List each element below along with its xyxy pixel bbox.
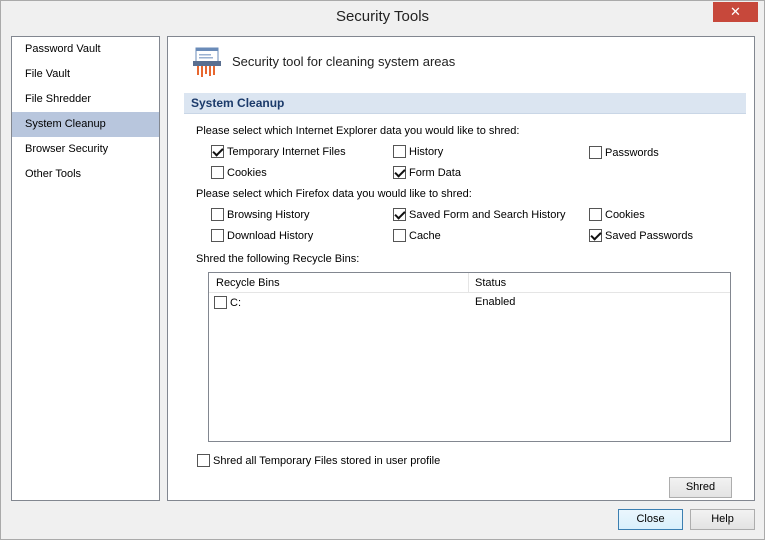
- security-tools-window: Security Tools ✕ Password Vault File Vau…: [0, 0, 765, 540]
- checkbox-box[interactable]: [589, 229, 602, 242]
- section-title: System Cleanup: [191, 96, 285, 110]
- checkbox-box[interactable]: [214, 296, 227, 309]
- checkbox-box[interactable]: [589, 208, 602, 221]
- section-header: System Cleanup: [184, 93, 746, 114]
- shredder-icon: [193, 47, 221, 77]
- checkbox-box[interactable]: [211, 208, 224, 221]
- checkbox-box[interactable]: [589, 146, 602, 159]
- checkbox-box[interactable]: [211, 166, 224, 179]
- column-divider[interactable]: [468, 273, 469, 293]
- checkbox-label: Cache: [409, 229, 441, 242]
- ff-download-history-checkbox[interactable]: Download History: [211, 229, 313, 242]
- checkbox-label: Temporary Internet Files: [227, 145, 346, 158]
- firefox-prompt: Please select which Firefox data you wou…: [196, 188, 472, 200]
- shred-button[interactable]: Shred: [669, 477, 732, 498]
- ff-browsing-history-checkbox[interactable]: Browsing History: [211, 208, 310, 221]
- checkbox-box[interactable]: [197, 454, 210, 467]
- recycle-prompt: Shred the following Recycle Bins:: [196, 253, 360, 265]
- close-button[interactable]: Close: [618, 509, 683, 530]
- recycle-bin-c-checkbox[interactable]: C:: [214, 296, 241, 309]
- sidebar-item-password-vault[interactable]: Password Vault: [12, 37, 159, 62]
- checkbox-box[interactable]: [211, 229, 224, 242]
- shred-temp-files-checkbox[interactable]: Shred all Temporary Files stored in user…: [197, 454, 440, 467]
- sidebar-item-system-cleanup[interactable]: System Cleanup: [12, 112, 159, 137]
- sidebar-item-file-shredder[interactable]: File Shredder: [12, 87, 159, 112]
- ie-passwords-checkbox[interactable]: Passwords: [589, 146, 659, 159]
- recycle-bin-name: C:: [230, 296, 241, 309]
- checkbox-label: Cookies: [605, 208, 645, 221]
- ff-saved-passwords-checkbox[interactable]: Saved Passwords: [589, 229, 693, 242]
- ff-cookies-checkbox[interactable]: Cookies: [589, 208, 645, 221]
- sidebar-item-browser-security[interactable]: Browser Security: [12, 137, 159, 162]
- checkbox-label: Passwords: [605, 146, 659, 159]
- close-icon: ✕: [730, 4, 741, 19]
- recycle-bin-status: Enabled: [475, 296, 516, 308]
- help-button[interactable]: Help: [690, 509, 755, 530]
- ie-prompt: Please select which Internet Explorer da…: [196, 125, 520, 137]
- column-header-status[interactable]: Status: [475, 277, 506, 289]
- checkbox-box[interactable]: [393, 166, 406, 179]
- ie-cookies-checkbox[interactable]: Cookies: [211, 166, 267, 179]
- checkbox-label: Download History: [227, 229, 314, 242]
- column-header-recycle-bins[interactable]: Recycle Bins: [216, 277, 280, 289]
- checkbox-label: Shred all Temporary Files stored in user…: [213, 454, 441, 467]
- list-header: Recycle Bins Status: [209, 273, 730, 293]
- checkbox-label: Saved Passwords: [605, 229, 694, 242]
- window-title: Security Tools: [335, 8, 430, 25]
- recycle-bins-list[interactable]: Recycle Bins Status C: Enabled: [208, 272, 731, 442]
- checkbox-label: Form Data: [409, 166, 461, 179]
- checkbox-box[interactable]: [393, 208, 406, 221]
- checkbox-label: History: [409, 145, 444, 158]
- sidebar: Password Vault File Vault File Shredder …: [11, 36, 160, 501]
- ff-saved-form-search-history-checkbox[interactable]: Saved Form and Search History: [393, 208, 566, 221]
- checkbox-label: Saved Form and Search History: [409, 208, 566, 221]
- checkbox-box[interactable]: [393, 145, 406, 158]
- close-window-button[interactable]: ✕: [713, 2, 758, 22]
- header-text: Security tool for cleaning system areas: [232, 54, 456, 69]
- checkbox-box[interactable]: [211, 145, 224, 158]
- checkbox-label: Browsing History: [227, 208, 310, 221]
- ie-history-checkbox[interactable]: History: [393, 145, 443, 158]
- ff-cache-checkbox[interactable]: Cache: [393, 229, 441, 242]
- ie-form-data-checkbox[interactable]: Form Data: [393, 166, 461, 179]
- sidebar-item-other-tools[interactable]: Other Tools: [12, 162, 159, 187]
- list-item[interactable]: C: Enabled: [209, 293, 730, 312]
- sidebar-item-file-vault[interactable]: File Vault: [12, 62, 159, 87]
- checkbox-label: Cookies: [227, 166, 267, 179]
- title-bar: Security Tools ✕: [1, 1, 764, 32]
- ie-temporary-internet-files-checkbox[interactable]: Temporary Internet Files: [211, 145, 346, 158]
- checkbox-box[interactable]: [393, 229, 406, 242]
- main-panel: Security tool for cleaning system areas …: [167, 36, 755, 501]
